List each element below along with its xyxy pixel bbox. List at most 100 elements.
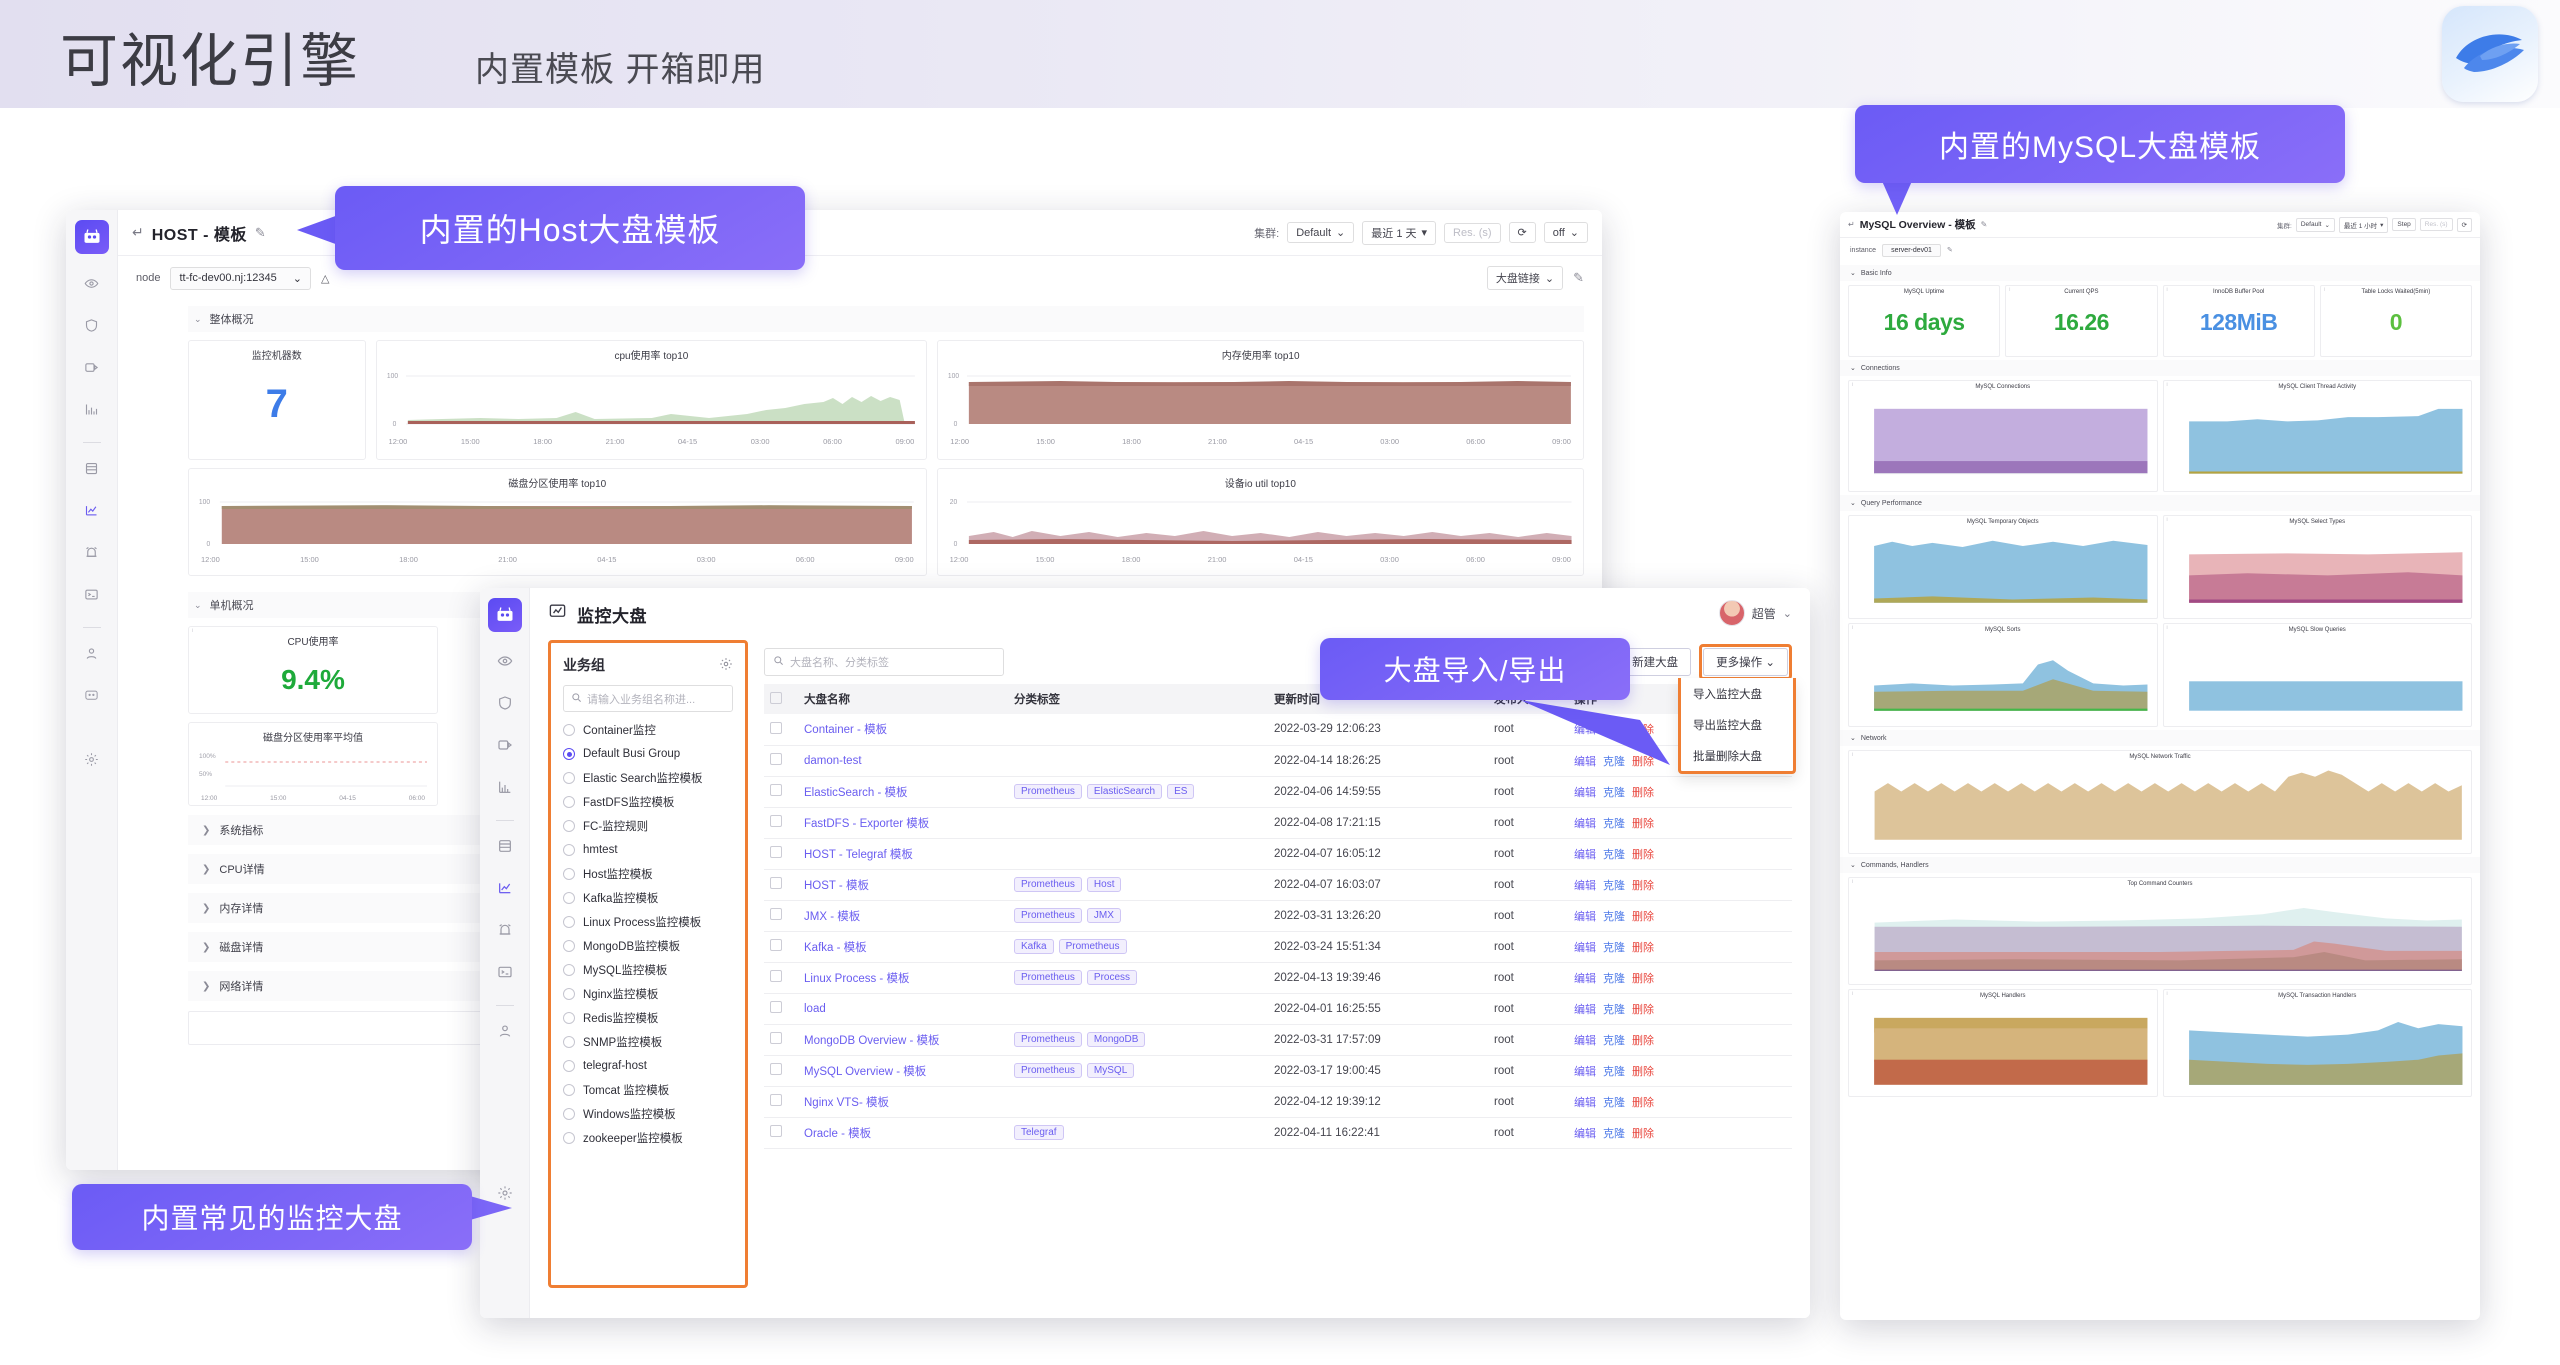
line-chart-icon[interactable] <box>488 871 522 905</box>
cell-dashboard-name[interactable]: Linux Process - 模板 <box>798 962 1008 994</box>
edit-link[interactable]: 编辑 <box>1574 911 1596 923</box>
shield-icon[interactable] <box>488 686 522 720</box>
back-arrow-icon[interactable]: ↵ <box>132 224 144 241</box>
biz-group-item[interactable]: FC-监控规则 <box>563 814 733 838</box>
edit-link[interactable]: 编辑 <box>1574 1097 1596 1109</box>
dashboard-name-link[interactable]: Container - 模板 <box>804 724 887 736</box>
section-commands-handlers[interactable]: ⌄ Commands, Handlers <box>1840 857 2480 873</box>
dashboard-name-link[interactable]: Oracle - 模板 <box>804 1128 871 1140</box>
row-checkbox-cell[interactable] <box>764 1024 798 1056</box>
refresh-icon[interactable]: ⟳ <box>2456 217 2472 232</box>
checkbox-icon[interactable] <box>770 1001 782 1013</box>
edit-link[interactable]: 编辑 <box>1574 1004 1596 1016</box>
section-network[interactable]: ⌄ Network <box>1840 730 2480 746</box>
delete-link[interactable]: 删除 <box>1632 849 1654 861</box>
biz-group-item[interactable]: Tomcat 监控模板 <box>563 1078 733 1102</box>
cluster-select[interactable]: Default ⌄ <box>2295 217 2335 232</box>
biz-group-item[interactable]: Default Busi Group <box>563 742 733 766</box>
database-icon[interactable] <box>75 451 109 485</box>
cluster-select[interactable]: Default ⌄ <box>1287 222 1355 243</box>
delete-link[interactable]: 删除 <box>1632 1004 1654 1016</box>
bar-chart-icon[interactable] <box>488 770 522 804</box>
cell-dashboard-name[interactable]: MongoDB Overview - 模板 <box>798 1024 1008 1056</box>
play-box-icon[interactable] <box>488 728 522 762</box>
clone-link[interactable]: 克隆 <box>1603 1035 1625 1047</box>
biz-group-item[interactable]: Redis监控模板 <box>563 1006 733 1030</box>
delete-link[interactable]: 删除 <box>1632 973 1654 985</box>
cell-dashboard-name[interactable]: ElasticSearch - 模板 <box>798 776 1008 808</box>
alarm-icon[interactable] <box>488 913 522 947</box>
row-checkbox-cell[interactable] <box>764 962 798 994</box>
biz-group-item[interactable]: Container监控 <box>563 718 733 742</box>
checkbox-icon[interactable] <box>770 908 782 920</box>
row-checkbox-cell[interactable] <box>764 838 798 870</box>
dashboard-name-link[interactable]: HOST - 模板 <box>804 880 869 892</box>
edit-link[interactable]: 编辑 <box>1574 1128 1596 1140</box>
dashboard-name-link[interactable]: Nginx VTS- 模板 <box>804 1097 889 1109</box>
edit-link[interactable]: 编辑 <box>1574 880 1596 892</box>
clone-link[interactable]: 克隆 <box>1603 1128 1625 1140</box>
row-checkbox-cell[interactable] <box>764 776 798 808</box>
clone-link[interactable]: 克隆 <box>1603 973 1625 985</box>
section-basic-info[interactable]: ⌄ Basic Info <box>1840 265 2480 281</box>
biz-group-item[interactable]: MySQL监控模板 <box>563 958 733 982</box>
instance-value[interactable]: server-dev01 <box>1882 243 1941 257</box>
row-checkbox-cell[interactable] <box>764 900 798 932</box>
row-checkbox-cell[interactable] <box>764 1086 798 1118</box>
row-checkbox-cell[interactable] <box>764 869 798 901</box>
business-group-search[interactable]: 请输入业务组名称进... <box>563 685 733 712</box>
clone-link[interactable]: 克隆 <box>1603 1066 1625 1078</box>
dashboard-name-link[interactable]: damon-test <box>804 755 862 767</box>
pencil-icon[interactable]: ✎ <box>1981 220 1988 229</box>
pencil-icon[interactable]: ✎ <box>255 225 266 241</box>
dashboard-name-link[interactable]: MongoDB Overview - 模板 <box>804 1035 939 1047</box>
time-range-select[interactable]: 最近 1 小时 ▾ <box>2338 216 2389 233</box>
row-checkbox-cell[interactable] <box>764 993 798 1025</box>
auto-refresh-select[interactable]: off ⌄ <box>1543 222 1588 243</box>
checkbox-icon[interactable] <box>770 721 782 734</box>
biz-group-item[interactable]: MongoDB监控模板 <box>563 934 733 958</box>
delete-link[interactable]: 删除 <box>1632 818 1654 830</box>
delete-link[interactable]: 删除 <box>1632 1035 1654 1047</box>
clone-link[interactable]: 克隆 <box>1603 1004 1625 1016</box>
logo-icon[interactable] <box>74 220 109 254</box>
cell-dashboard-name[interactable]: Kafka - 模板 <box>798 931 1008 963</box>
pencil-icon[interactable]: ✎ <box>1947 246 1953 254</box>
biz-group-item[interactable]: hmtest <box>563 838 733 862</box>
pencil-icon[interactable]: ✎ <box>1573 270 1584 286</box>
checkbox-icon[interactable] <box>770 939 782 951</box>
dashboard-link-select[interactable]: 大盘链接 ⌄ <box>1486 266 1564 290</box>
row-checkbox-cell[interactable] <box>764 714 798 746</box>
biz-group-item[interactable]: zookeeper监控模板 <box>563 1126 733 1150</box>
clone-link[interactable]: 克隆 <box>1603 818 1625 830</box>
shield-icon[interactable] <box>75 308 109 342</box>
checkbox-icon[interactable] <box>770 846 782 858</box>
gear-icon[interactable] <box>719 657 733 674</box>
checkbox-icon[interactable] <box>770 877 782 889</box>
cell-dashboard-name[interactable]: damon-test <box>798 745 1008 777</box>
delete-link[interactable]: 删除 <box>1632 1128 1654 1140</box>
section-header-overall[interactable]: ⌄ 整体概况 <box>188 306 1584 332</box>
cell-dashboard-name[interactable]: Container - 模板 <box>798 714 1008 746</box>
node-select[interactable]: tt-fc-dev00.nj:12345 ⌄ <box>170 266 311 290</box>
select-all-checkbox-cell[interactable] <box>764 684 798 714</box>
row-checkbox-cell[interactable] <box>764 931 798 963</box>
biz-group-item[interactable]: Kafka监控模板 <box>563 886 733 910</box>
clone-link[interactable]: 克隆 <box>1603 1097 1625 1109</box>
biz-group-item[interactable]: Nginx监控模板 <box>563 982 733 1006</box>
biz-group-item[interactable]: FastDFS监控模板 <box>563 790 733 814</box>
cell-dashboard-name[interactable]: FastDFS - Exporter 模板 <box>798 807 1008 839</box>
clone-link[interactable]: 克隆 <box>1603 911 1625 923</box>
biz-group-item[interactable]: Linux Process监控模板 <box>563 910 733 934</box>
biz-group-item[interactable]: Elastic Search监控模板 <box>563 766 733 790</box>
cell-dashboard-name[interactable]: load <box>798 993 1008 1025</box>
gear-icon[interactable] <box>75 742 109 776</box>
filter-add-icon[interactable]: △ <box>321 272 329 285</box>
dashboard-name-link[interactable]: MySQL Overview - 模板 <box>804 1066 926 1078</box>
checkbox-icon[interactable] <box>770 784 782 796</box>
delete-link[interactable]: 删除 <box>1632 1097 1654 1109</box>
eye-icon[interactable] <box>488 644 522 678</box>
section-query-performance[interactable]: ⌄ Query Performance <box>1840 495 2480 511</box>
clone-link[interactable]: 克隆 <box>1603 849 1625 861</box>
terminal-icon[interactable] <box>488 955 522 989</box>
